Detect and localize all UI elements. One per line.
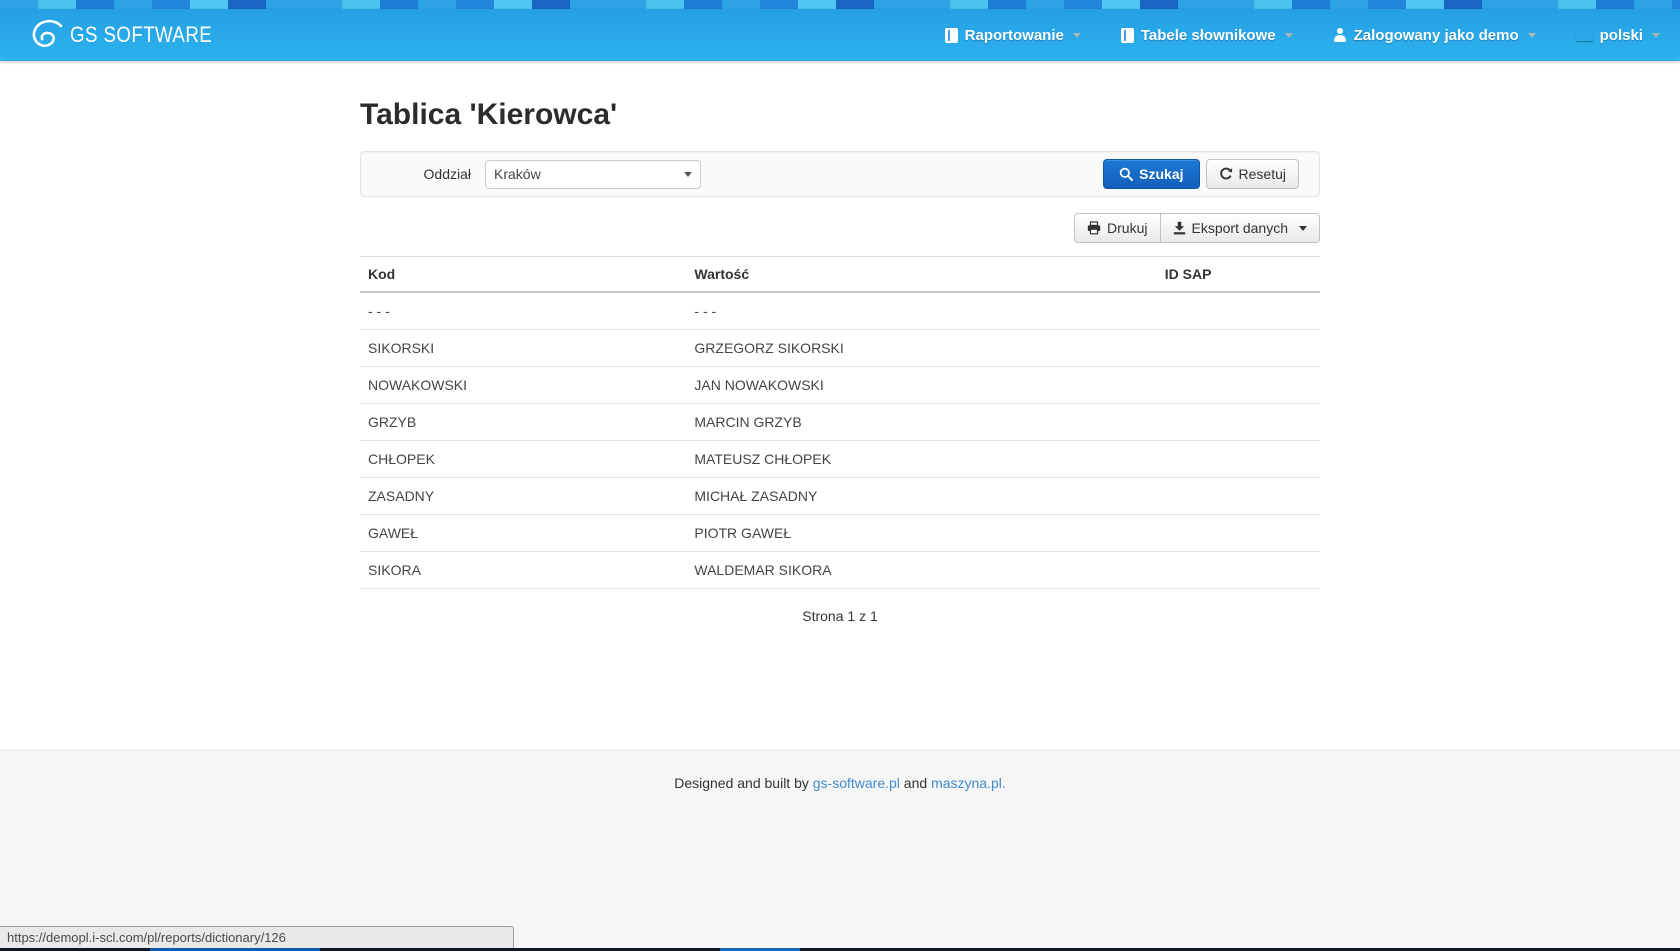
gs-swirl-logo-icon bbox=[30, 19, 66, 51]
cell-kod: ZASADNY bbox=[360, 478, 686, 515]
oddzial-select[interactable]: Kraków bbox=[485, 160, 701, 189]
cell-wartosc: MICHAŁ ZASADNY bbox=[686, 478, 1156, 515]
table-row: SIKORAWALDEMAR SIKORA bbox=[360, 552, 1320, 589]
chevron-down-icon bbox=[1299, 226, 1307, 231]
brand-logo[interactable]: GS SOFTWARE bbox=[30, 19, 237, 51]
cell-id_sap bbox=[1157, 330, 1320, 367]
cell-id_sap bbox=[1157, 404, 1320, 441]
cell-kod: - - - bbox=[360, 292, 686, 330]
cell-id_sap bbox=[1157, 515, 1320, 552]
footer-link-gs-software[interactable]: gs-software.pl bbox=[813, 775, 900, 791]
refresh-icon bbox=[1219, 167, 1233, 181]
filter-panel: Oddział Kraków Szukaj bbox=[360, 151, 1320, 197]
cell-wartosc: MATEUSZ CHŁOPEK bbox=[686, 441, 1156, 478]
journal-icon bbox=[1121, 28, 1134, 43]
cell-kod: GRZYB bbox=[360, 404, 686, 441]
table-body: - - -- - -SIKORSKIGRZEGORZ SIKORSKINOWAK… bbox=[360, 292, 1320, 589]
cell-wartosc: MARCIN GRZYB bbox=[686, 404, 1156, 441]
footer: Designed and built by gs-software.pl and… bbox=[0, 750, 1680, 951]
cell-kod: CHŁOPEK bbox=[360, 441, 686, 478]
table-row: SIKORSKIGRZEGORZ SIKORSKI bbox=[360, 330, 1320, 367]
journal-icon bbox=[945, 28, 958, 43]
user-icon bbox=[1333, 28, 1347, 43]
cell-kod: NOWAKOWSKI bbox=[360, 367, 686, 404]
nav-item-logged-user[interactable]: Zalogowany jako demo bbox=[1333, 27, 1536, 44]
export-button[interactable]: Eksport danych bbox=[1160, 213, 1321, 243]
oddzial-label: Oddział bbox=[381, 166, 471, 182]
nav-item-language[interactable]: polski bbox=[1576, 27, 1660, 44]
chevron-down-icon bbox=[1073, 33, 1081, 38]
search-button[interactable]: Szukaj bbox=[1103, 159, 1199, 189]
column-header-idsap: ID SAP bbox=[1157, 257, 1320, 293]
table-row: - - -- - - bbox=[360, 292, 1320, 330]
table-row: NOWAKOWSKIJAN NOWAKOWSKI bbox=[360, 367, 1320, 404]
footer-text-middle: and bbox=[900, 775, 931, 791]
nav-item-raportowanie[interactable]: Raportowanie bbox=[945, 27, 1081, 44]
nav-item-tabele-slownikowe[interactable]: Tabele słownikowe bbox=[1121, 27, 1293, 44]
browser-status-url: https://demopl.i-scl.com/pl/reports/dict… bbox=[0, 926, 514, 948]
cell-wartosc: WALDEMAR SIKORA bbox=[686, 552, 1156, 589]
cell-id_sap bbox=[1157, 478, 1320, 515]
table-toolbar: Drukuj Eksport danych bbox=[360, 213, 1320, 243]
search-icon bbox=[1119, 167, 1133, 181]
navbar-menu: Raportowanie Tabele słownikowe Zalogowan… bbox=[945, 27, 1660, 44]
table-row: GAWEŁPIOTR GAWEŁ bbox=[360, 515, 1320, 552]
cell-kod: SIKORSKI bbox=[360, 330, 686, 367]
table-row: ZASADNYMICHAŁ ZASADNY bbox=[360, 478, 1320, 515]
nav-item-label: Raportowanie bbox=[965, 27, 1064, 44]
search-button-label: Szukaj bbox=[1139, 166, 1183, 182]
footer-text-prefix: Designed and built by bbox=[674, 775, 813, 791]
export-button-label: Eksport danych bbox=[1192, 220, 1289, 236]
chevron-down-icon bbox=[1652, 33, 1660, 38]
cell-wartosc: GRZEGORZ SIKORSKI bbox=[686, 330, 1156, 367]
toolbar-button-group: Drukuj Eksport danych bbox=[1074, 213, 1320, 243]
cell-id_sap bbox=[1157, 292, 1320, 330]
page-title: Tablica 'Kierowca' bbox=[360, 61, 1320, 132]
column-header-kod: Kod bbox=[360, 257, 686, 293]
nav-item-label: Tabele słownikowe bbox=[1141, 27, 1276, 44]
decorative-mosaic-strip bbox=[0, 0, 1680, 9]
cell-kod: SIKORA bbox=[360, 552, 686, 589]
oddzial-select-wrapper: Kraków bbox=[485, 160, 701, 189]
navbar: GS SOFTWARE Raportowanie Tabele słowniko… bbox=[0, 9, 1680, 61]
column-header-wartosc: Wartość bbox=[686, 257, 1156, 293]
cell-wartosc: - - - bbox=[686, 292, 1156, 330]
cell-id_sap bbox=[1157, 552, 1320, 589]
chevron-down-icon bbox=[1285, 33, 1293, 38]
table-row: GRZYBMARCIN GRZYB bbox=[360, 404, 1320, 441]
print-button-label: Drukuj bbox=[1107, 220, 1147, 236]
dictionary-table: Kod Wartość ID SAP - - -- - -SIKORSKIGRZ… bbox=[360, 256, 1320, 589]
table-row: CHŁOPEKMATEUSZ CHŁOPEK bbox=[360, 441, 1320, 478]
main-content: Tablica 'Kierowca' Oddział Kraków Szukaj bbox=[0, 61, 1680, 750]
print-button[interactable]: Drukuj bbox=[1074, 213, 1160, 243]
reset-button[interactable]: Resetuj bbox=[1206, 159, 1299, 189]
chevron-down-icon bbox=[1528, 33, 1536, 38]
cell-id_sap bbox=[1157, 367, 1320, 404]
footer-link-maszyna[interactable]: maszyna.pl. bbox=[931, 775, 1006, 791]
nav-item-label: polski bbox=[1600, 27, 1643, 44]
download-icon bbox=[1173, 221, 1186, 235]
nav-item-label: Zalogowany jako demo bbox=[1354, 27, 1519, 44]
table-header: Kod Wartość ID SAP bbox=[360, 257, 1320, 293]
cell-wartosc: PIOTR GAWEŁ bbox=[686, 515, 1156, 552]
brand-title: GS SOFTWARE bbox=[70, 22, 212, 48]
cell-kod: GAWEŁ bbox=[360, 515, 686, 552]
printer-icon bbox=[1087, 221, 1101, 235]
pagination-status: Strona 1 z 1 bbox=[360, 608, 1320, 624]
poland-flag-icon bbox=[1576, 30, 1593, 41]
cell-wartosc: JAN NOWAKOWSKI bbox=[686, 367, 1156, 404]
reset-button-label: Resetuj bbox=[1239, 166, 1286, 182]
cell-id_sap bbox=[1157, 441, 1320, 478]
